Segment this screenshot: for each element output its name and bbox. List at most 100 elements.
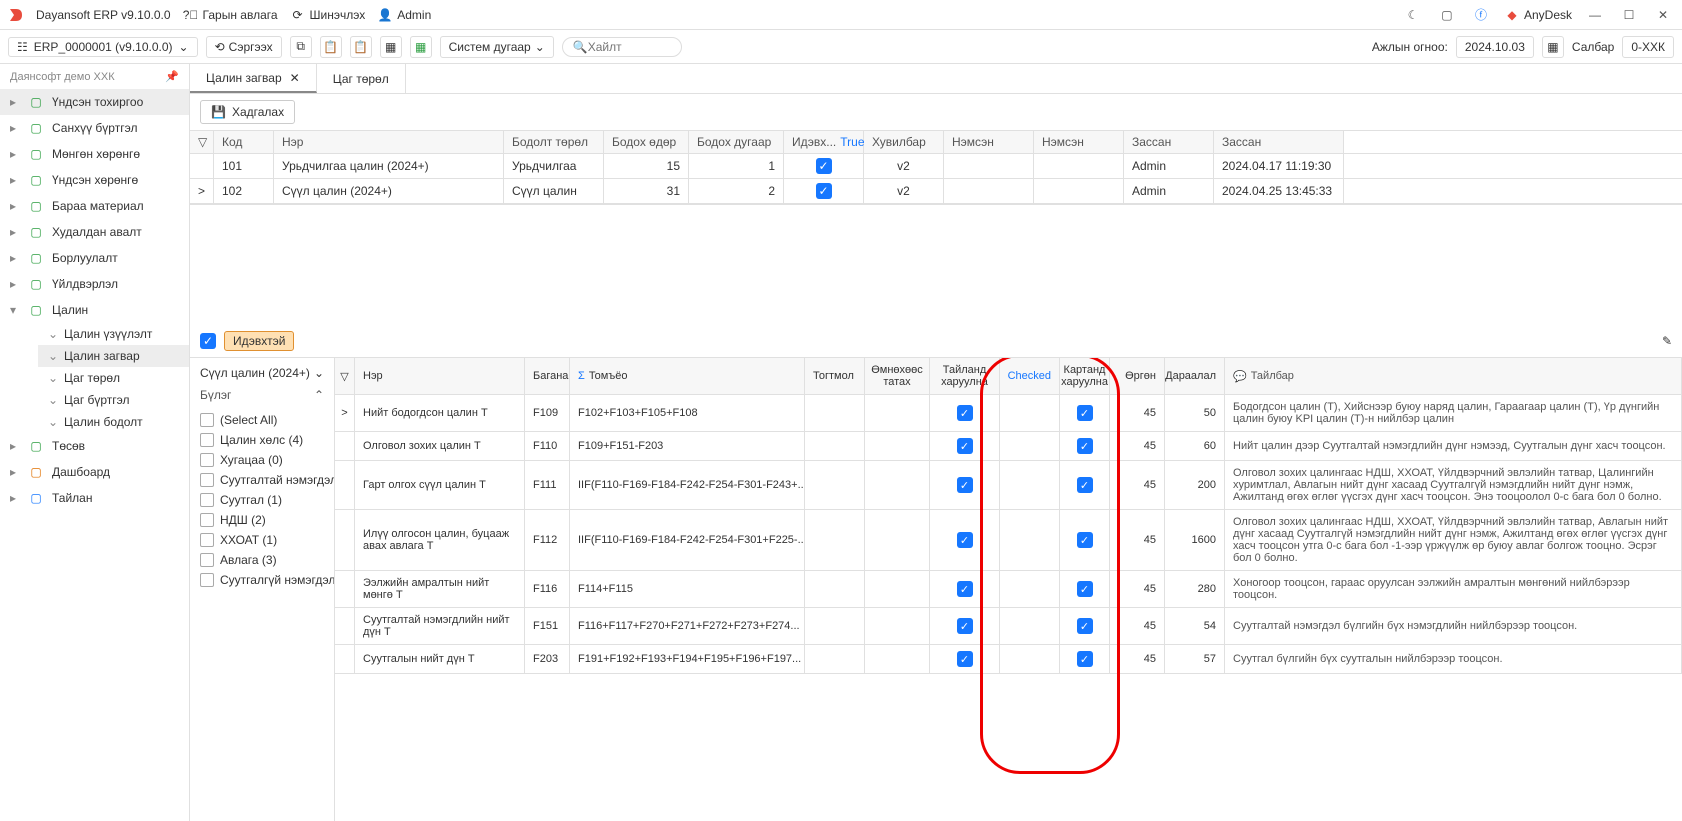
tb-excel-button[interactable]: ▦: [410, 36, 432, 58]
maximize-button[interactable]: ☐: [1618, 4, 1640, 26]
tab[interactable]: Цалин загвар✕: [190, 64, 317, 93]
sidebar-item[interactable]: ▸ ▢ Борлуулалт: [0, 245, 189, 271]
sidebar-item[interactable]: ▸ ▢ Үндсэн тохиргоо: [0, 89, 189, 115]
grid-header-cell[interactable]: Бодох дугаар: [689, 131, 784, 153]
chevron-up-icon[interactable]: ⌃: [314, 388, 324, 402]
minimize-button[interactable]: —: [1584, 4, 1606, 26]
card-cell[interactable]: ✓: [1060, 645, 1110, 674]
sidebar-subitem[interactable]: ⌄Цалин загвар: [38, 345, 189, 367]
grid-header-cell[interactable]: Хувилбар: [864, 131, 944, 153]
grid-header-cell[interactable]: Код: [214, 131, 274, 153]
checkbox-icon[interactable]: ✓: [816, 183, 832, 199]
grid-row[interactable]: > Нийт бодогдсон цалин Т F109 F102+F103+…: [335, 395, 1682, 432]
help-link[interactable]: ?⃝ Гарын авлага: [183, 7, 278, 23]
grid-row[interactable]: 101Урьдчилгаа цалин (2024+)Урьдчилгаа151…: [190, 154, 1682, 179]
filter-item[interactable]: НДШ (2): [190, 510, 334, 530]
grid-header-cell[interactable]: Зассан: [1124, 131, 1214, 153]
expand-cell[interactable]: [335, 510, 355, 571]
checkbox[interactable]: [200, 433, 214, 447]
expand-cell[interactable]: [335, 432, 355, 461]
close-button[interactable]: ✕: [1652, 4, 1674, 26]
grid-row[interactable]: >102Сүүл цалин (2024+)Сүүл цалин312✓v2Ad…: [190, 179, 1682, 204]
expand-cell[interactable]: [335, 608, 355, 645]
filter-item[interactable]: Хугацаа (0): [190, 450, 334, 470]
sidebar-item[interactable]: ▸ ▢ Санхүү бүртгэл: [0, 115, 189, 141]
tb-paste-button[interactable]: 📋: [320, 36, 342, 58]
sidebar-subitem[interactable]: ⌄Цаг төрөл: [38, 367, 189, 389]
col-card[interactable]: Картанд харуулна: [1060, 358, 1110, 395]
branch-value[interactable]: 0-ХХК: [1622, 36, 1674, 58]
col-column[interactable]: Багана: [525, 358, 570, 395]
col-formula[interactable]: Σ Томъёо: [570, 358, 805, 395]
col-name[interactable]: Нэр: [355, 358, 525, 395]
pin-icon[interactable]: 📌: [165, 70, 179, 83]
checkbox[interactable]: [200, 573, 214, 587]
edit-icon[interactable]: ✎: [1662, 334, 1672, 348]
filter-item[interactable]: Суутгалтай нэмэгдэл (2: [190, 470, 334, 490]
card-cell[interactable]: ✓: [1060, 395, 1110, 432]
sidebar-item[interactable]: ▸ ▢ Үндсэн хөрөнгө: [0, 167, 189, 193]
grid-row[interactable]: Гарт олгох сүүл цалин Т F111 IIF(F110-F1…: [335, 461, 1682, 510]
user-link[interactable]: 👤 Admin: [377, 7, 431, 23]
sidebar-item[interactable]: ▸ ▢ Бараа материал: [0, 193, 189, 219]
report-cell[interactable]: ✓: [930, 608, 1000, 645]
col-width[interactable]: Өргөн: [1110, 358, 1165, 395]
grid-row[interactable]: Олговол зохих цалин Т F110 F109+F151-F20…: [335, 432, 1682, 461]
filter-item[interactable]: ХХОАТ (1): [190, 530, 334, 550]
chevron-down-icon[interactable]: ⌄: [314, 366, 324, 380]
anydesk-link[interactable]: ◆ AnyDesk: [1504, 7, 1572, 23]
grid-header-cell[interactable]: Бодох өдөр: [604, 131, 689, 153]
refresh-link[interactable]: ⟳ Шинэчлэх: [290, 7, 366, 23]
checkbox[interactable]: [200, 473, 214, 487]
report-cell[interactable]: ✓: [930, 571, 1000, 608]
grid-row[interactable]: Ээлжийн амралтын нийт мөнгө Т F116 F114+…: [335, 571, 1682, 608]
checkbox[interactable]: [200, 413, 214, 427]
sidebar-subitem[interactable]: ⌄Цалин үзүүлэлт: [38, 323, 189, 345]
checkbox-icon[interactable]: ✓: [816, 158, 832, 174]
filter-item[interactable]: Авлага (3): [190, 550, 334, 570]
tab[interactable]: Цаг төрөл: [317, 64, 406, 93]
col-report[interactable]: Тайланд харуулна: [930, 358, 1000, 395]
sidebar-item[interactable]: ▸ ▢ Худалдан авалт: [0, 219, 189, 245]
report-cell[interactable]: ✓: [930, 645, 1000, 674]
calendar-icon[interactable]: ▦: [1542, 36, 1564, 58]
facebook-icon[interactable]: ⓕ: [1470, 4, 1492, 26]
refresh-button[interactable]: ⟲ Сэргээх: [206, 36, 282, 58]
sidebar-item[interactable]: ▸ ▢ Тайлан: [0, 485, 189, 511]
sidebar-item[interactable]: ▸ ▢ Дашбоард: [0, 459, 189, 485]
checkbox[interactable]: [200, 453, 214, 467]
moon-icon[interactable]: ☾: [1402, 4, 1424, 26]
expand-cell[interactable]: [335, 461, 355, 510]
report-cell[interactable]: ✓: [930, 395, 1000, 432]
filter-icon[interactable]: ▽: [335, 358, 355, 395]
sidebar-subitem[interactable]: ⌄Цалин бодолт: [38, 411, 189, 433]
grid-row[interactable]: Илүү олгосон цалин, буцааж авах авлага Т…: [335, 510, 1682, 571]
close-icon[interactable]: ✕: [290, 71, 300, 85]
filter-item[interactable]: Суутгалгүй нэмэгдэл (2: [190, 570, 334, 590]
tb-clip-button[interactable]: 📋: [350, 36, 372, 58]
checkbox[interactable]: [200, 493, 214, 507]
camera-icon[interactable]: ▢: [1436, 4, 1458, 26]
search-box[interactable]: 🔍: [562, 37, 682, 57]
expand-cell[interactable]: [335, 645, 355, 674]
col-order[interactable]: Дараалал: [1165, 358, 1225, 395]
grid-row[interactable]: Суутгалтай нэмэгдлийн нийт дүн Т F151 F1…: [335, 608, 1682, 645]
filter-item[interactable]: (Select All): [190, 410, 334, 430]
database-selector[interactable]: ☷ ERP_0000001 (v9.10.0.0) ⌄: [8, 37, 198, 57]
grid-header-cell[interactable]: Нэр: [274, 131, 504, 153]
filter-item[interactable]: Цалин хөлс (4): [190, 430, 334, 450]
sidebar-item[interactable]: ▸ ▢ Үйлдвэрлэл: [0, 271, 189, 297]
sidebar-item[interactable]: ▸ ▢ Төсөв: [0, 433, 189, 459]
checkbox[interactable]: [200, 553, 214, 567]
card-cell[interactable]: ✓: [1060, 510, 1110, 571]
expand-cell[interactable]: [335, 571, 355, 608]
checkbox[interactable]: [200, 513, 214, 527]
save-button[interactable]: 💾 Хадгалах: [200, 100, 295, 124]
filter-item[interactable]: Суутгал (1): [190, 490, 334, 510]
card-cell[interactable]: ✓: [1060, 608, 1110, 645]
report-cell[interactable]: ✓: [930, 432, 1000, 461]
grid-header-cell[interactable]: Идэвх... True: [784, 131, 864, 153]
grid-header-cell[interactable]: ▽: [190, 131, 214, 153]
checkbox[interactable]: [200, 533, 214, 547]
card-cell[interactable]: ✓: [1060, 461, 1110, 510]
